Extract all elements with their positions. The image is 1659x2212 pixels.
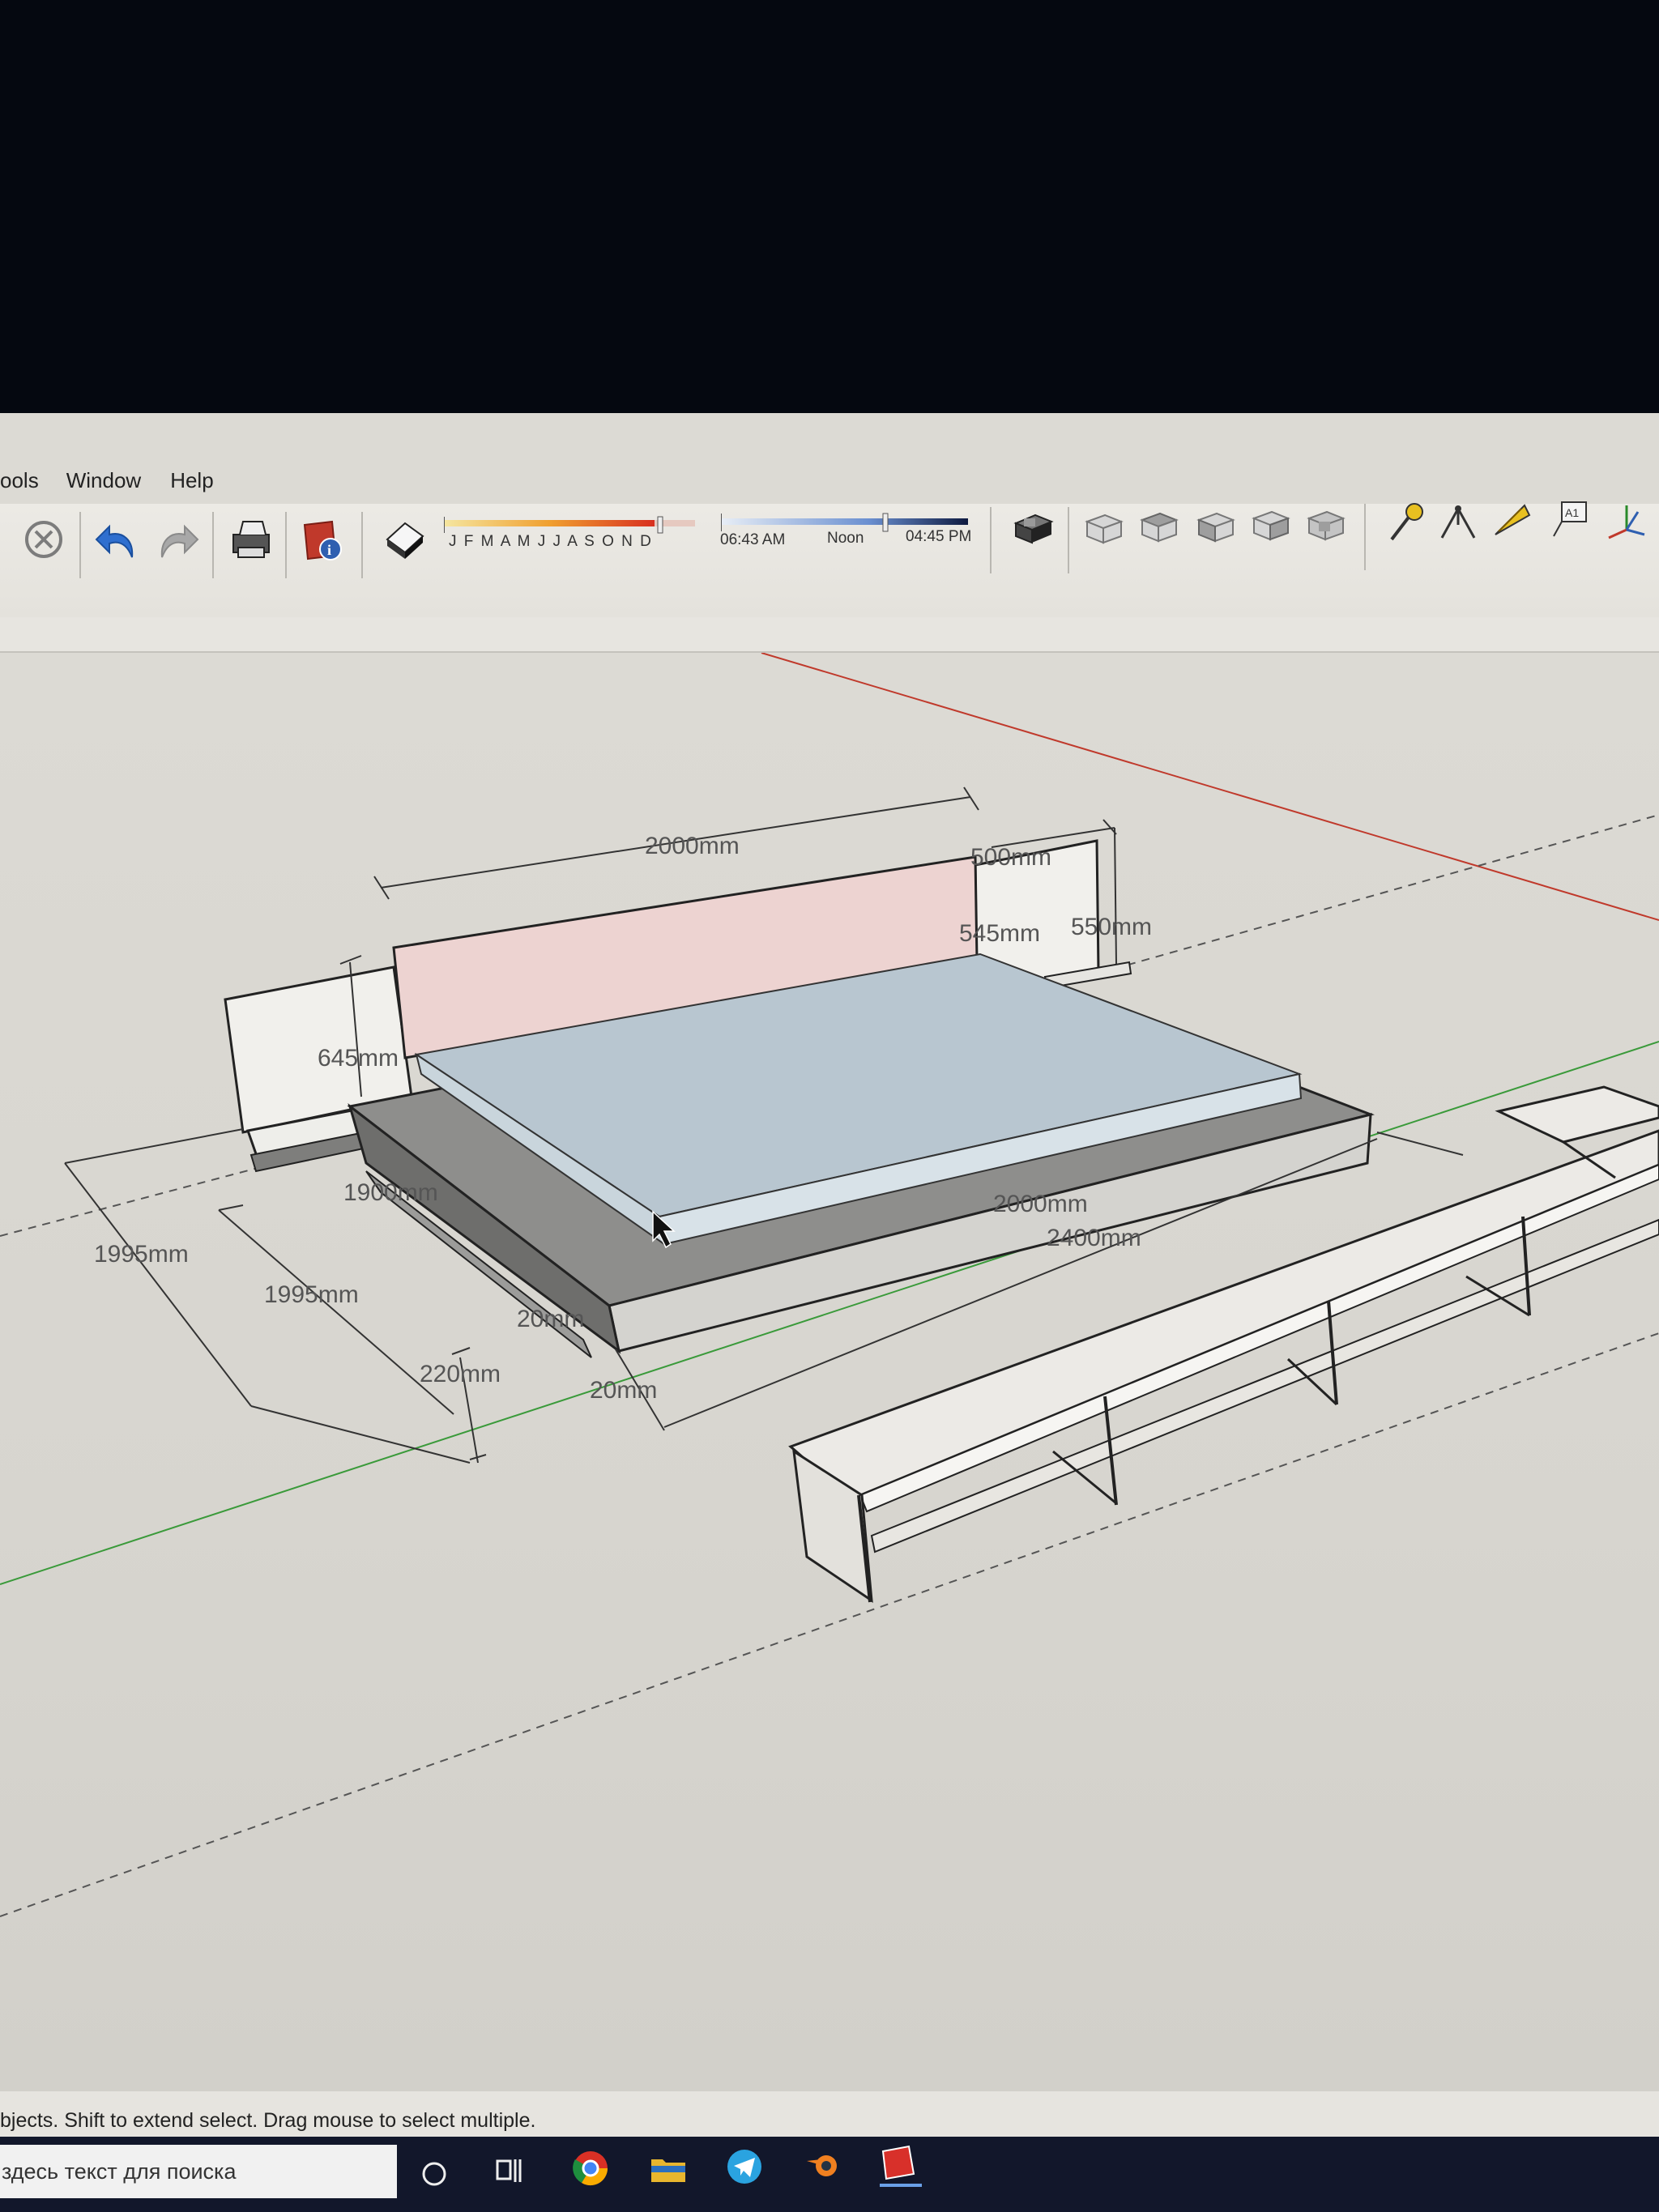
- month-labels: J F M A M J J A S O N D: [449, 533, 653, 550]
- dim-mattress-width: 1900mm: [343, 1179, 438, 1206]
- tape-measure-icon[interactable]: [1384, 501, 1429, 550]
- dim-outer-depth-1: 1995mm: [94, 1241, 189, 1268]
- protractor-icon[interactable]: [1435, 501, 1481, 550]
- svg-text:i: i: [327, 542, 331, 558]
- toolbar-separator: [1364, 504, 1366, 570]
- cancel-icon[interactable]: [23, 518, 65, 565]
- dim-outer-depth-2: 1995mm: [264, 1281, 359, 1308]
- toolbar-underbar: [0, 617, 1659, 653]
- menu-bar: ools Window Help: [0, 468, 214, 509]
- axes-icon[interactable]: [1602, 497, 1648, 548]
- telegram-icon[interactable]: [724, 2146, 765, 2191]
- undo-icon[interactable]: [93, 517, 142, 568]
- dim-frame-length: 2400mm: [1047, 1225, 1141, 1251]
- dim-headboard-height-right: 545mm: [959, 920, 1040, 947]
- dim-nightstand-height: 550mm: [1071, 914, 1152, 940]
- toolbar-separator: [285, 512, 287, 578]
- time-mid-label: Noon: [827, 530, 864, 547]
- time-end-label: 04:45 PM: [906, 528, 972, 545]
- svg-text:A1: A1: [1565, 506, 1579, 519]
- chrome-icon[interactable]: [570, 2148, 611, 2193]
- task-view-icon[interactable]: [493, 2153, 528, 2193]
- dim-headboard-width: 2000mm: [645, 833, 740, 859]
- time-start-label: 06:43 AM: [720, 531, 786, 548]
- dashed-axis-lower: [0, 1332, 1659, 1917]
- menu-window[interactable]: Window: [66, 468, 141, 509]
- sketchup-taskbar-icon[interactable]: [876, 2142, 922, 2193]
- view-top-icon[interactable]: [1137, 505, 1181, 552]
- taskbar-search[interactable]: здесь текст для поиска: [0, 2145, 397, 2198]
- status-text: bjects. Shift to extend select. Drag mou…: [0, 2109, 536, 2132]
- model-info-icon[interactable]: i: [300, 517, 348, 568]
- windows-taskbar: здесь текст для поиска: [0, 2137, 1659, 2212]
- toolbar-separator: [79, 512, 81, 578]
- menu-help[interactable]: Help: [170, 468, 213, 509]
- sketchup-window: ools Window Help i J F M A M J J A S O N…: [0, 413, 1659, 2212]
- file-explorer-icon[interactable]: [648, 2148, 689, 2193]
- dashed-axis-right: [1085, 814, 1659, 978]
- dim-headboard-height-left: 645mm: [318, 1045, 399, 1072]
- taskbar-search-placeholder: здесь текст для поиска: [2, 2159, 237, 2184]
- toolbar-separator: [990, 507, 992, 573]
- toolbar-separator: [212, 512, 214, 578]
- menu-tools[interactable]: ools: [0, 468, 39, 509]
- status-bar: bjects. Shift to extend select. Drag mou…: [0, 2091, 1659, 2137]
- text-tool-icon[interactable]: A1: [1546, 497, 1591, 548]
- dim-nightstand-width: 500mm: [970, 844, 1051, 871]
- redo-icon[interactable]: [152, 517, 201, 568]
- dim-thickness-1: 20mm: [517, 1306, 584, 1332]
- components-icon[interactable]: [1011, 507, 1056, 555]
- dim-mattress-length: 2000mm: [993, 1191, 1088, 1217]
- drawing-viewport[interactable]: 2000mm 500mm 545mm 550mm 645mm 1900mm 19…: [0, 652, 1659, 2095]
- axes-tool-icon[interactable]: [1489, 499, 1534, 548]
- print-icon[interactable]: [227, 517, 275, 566]
- blender-icon[interactable]: [802, 2145, 842, 2189]
- model-drawing: 2000mm 500mm 545mm 550mm 645mm 1900mm 19…: [0, 652, 1659, 1917]
- view-right-icon[interactable]: [1249, 504, 1293, 550]
- view-front-icon[interactable]: [1194, 505, 1238, 552]
- toolbar-separator: [1068, 507, 1069, 573]
- shadows-toggle-icon[interactable]: [381, 515, 429, 568]
- view-iso-icon[interactable]: [1082, 507, 1126, 553]
- view-back-icon[interactable]: [1304, 504, 1348, 550]
- cortana-icon[interactable]: [418, 2158, 450, 2194]
- dim-thickness-2: 20mm: [590, 1377, 657, 1404]
- dim-base-height: 220mm: [420, 1361, 501, 1387]
- toolbar-separator: [361, 512, 363, 578]
